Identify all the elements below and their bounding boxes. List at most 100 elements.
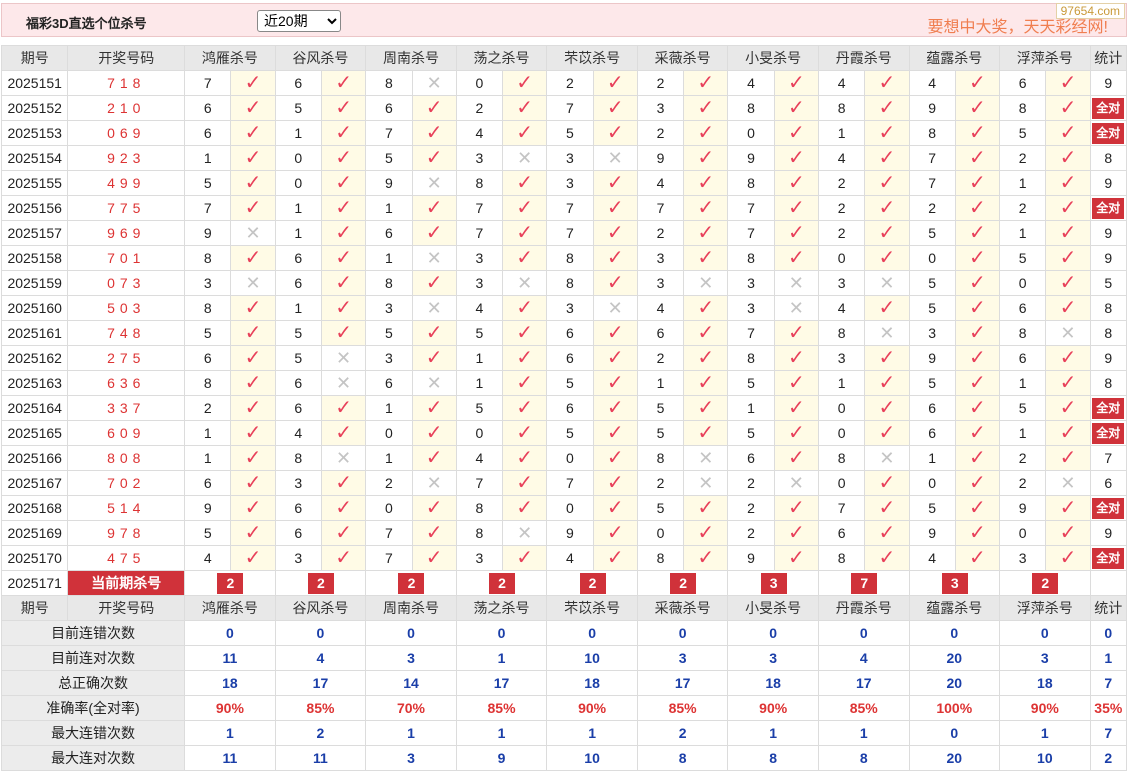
stats-label: 最大连错次数	[0, 720, 186, 746]
result-cell: ✓	[954, 245, 1001, 271]
kill-number-cell: 4	[546, 545, 594, 571]
table-row: 2025163 636 8 ✓ 6 ✕ 6 ✕ 1 ✓ 5 ✓ 1 ✓ 5 ✓ 1 ✓ 5 ✓ 1 ✓ 8	[0, 370, 1128, 396]
cross-icon: ✕	[1060, 323, 1076, 343]
table-row: 2025157 969 9 ✕ 1 ✓ 6 ✓ 7 ✓ 7 ✓ 2 ✓ 7 ✓ 2 ✓ 5 ✓ 1 ✓ 9	[0, 220, 1128, 246]
kill-number-cell: 4	[455, 295, 504, 321]
cross-icon: ✕	[607, 148, 623, 168]
result-cell: ✓	[773, 220, 819, 246]
kill-number-cell: 8	[817, 95, 866, 121]
result-cell: ✓	[683, 545, 729, 571]
check-icon: ✓	[697, 297, 715, 319]
check-icon: ✓	[606, 472, 624, 494]
kill-number-cell: 7	[455, 220, 504, 246]
check-icon: ✓	[606, 447, 624, 469]
stats-value: 18	[999, 670, 1091, 696]
kill-number-cell: 2	[817, 195, 866, 221]
result-cell: ✓	[592, 445, 638, 471]
stats-value: 0	[1089, 620, 1128, 646]
result-cell: ✕	[411, 245, 457, 271]
kill-number-cell: 6	[274, 495, 322, 521]
result-cell: ✓	[773, 70, 819, 96]
cross-icon: ✕	[788, 273, 804, 293]
stat-cell: 9	[1089, 220, 1128, 246]
table-row: 2025151 718 7 ✓ 6 ✓ 8 ✕ 0 ✓ 2 ✓ 2 ✓ 4 ✓ 4 ✓ 4 ✓ 6 ✓ 9	[0, 70, 1128, 96]
check-icon: ✓	[244, 397, 262, 419]
check-icon: ✓	[516, 472, 534, 494]
check-icon: ✓	[787, 97, 805, 119]
kill-number-cell: 4	[817, 295, 866, 321]
result-cell: ✓	[592, 520, 638, 546]
kill-number-cell: 8	[184, 245, 232, 271]
result-cell: ✓	[683, 245, 729, 271]
period-cell: 2025156	[0, 195, 69, 221]
draw-number-cell: 701	[67, 245, 186, 271]
kill-number-cell: 1	[999, 170, 1047, 196]
result-cell: ✓	[230, 495, 276, 521]
kill-number-cell: 8	[365, 70, 413, 96]
all-correct-badge: 全对	[1092, 97, 1125, 119]
kill-number-cell: 2	[908, 195, 956, 221]
table-row: 2025167 702 6 ✓ 3 ✓ 2 ✕ 7 ✓ 7 ✓ 2 ✕ 2 ✕ 0 ✓ 0 ✓ 2 ✕ 6	[0, 470, 1128, 496]
result-cell: ✓	[411, 495, 457, 521]
kill-number-cell: 5	[184, 170, 232, 196]
kill-number-cell: 7	[184, 70, 232, 96]
check-icon: ✓	[1059, 547, 1077, 569]
kill-number-cell: 5	[908, 295, 956, 321]
stats-value: 90%	[999, 695, 1091, 721]
cross-icon: ✕	[426, 373, 442, 393]
stats-value: 85%	[636, 695, 729, 721]
result-cell: ✓	[502, 70, 548, 96]
stats-row: 最大连错次数 1 2 1 1 1 2 1 1 0 1 7	[0, 720, 1128, 746]
column-header: 开奖号码	[67, 595, 186, 621]
kill-number-cell: 6	[727, 445, 775, 471]
check-icon: ✓	[516, 447, 534, 469]
result-cell: ✕	[1045, 470, 1091, 496]
kill-number-cell: 6	[365, 220, 413, 246]
column-header: 期号	[0, 595, 69, 621]
check-icon: ✓	[516, 372, 534, 394]
kill-number-cell: 5	[455, 320, 504, 346]
check-icon: ✓	[425, 222, 443, 244]
stats-value: 10	[546, 645, 638, 671]
result-cell: ✓	[864, 220, 910, 246]
kill-number-cell: 9	[365, 170, 413, 196]
result-cell: ✓	[230, 320, 276, 346]
kill-number-cell: 8	[727, 170, 775, 196]
column-header: 谷风杀号	[274, 45, 367, 71]
check-icon: ✓	[969, 197, 986, 219]
result-cell: ✓	[592, 345, 638, 371]
table-row: 2025153 069 6 ✓ 1 ✓ 7 ✓ 4 ✓ 5 ✓ 2 ✓ 0 ✓ 1 ✓ 8 ✓ 5 ✓ 全对	[0, 120, 1128, 146]
kill-number-cell: 1	[274, 195, 322, 221]
kill-number-cell: 5	[184, 520, 232, 546]
result-cell: ✕	[683, 445, 729, 471]
result-cell: ✓	[773, 245, 819, 271]
stats-value: 4	[817, 645, 910, 671]
kill-number-cell: 2	[727, 470, 775, 496]
result-cell: ✓	[954, 270, 1001, 296]
stat-cell: 9	[1089, 70, 1128, 96]
kill-number-cell: 7	[727, 220, 775, 246]
kill-number-cell: 4	[636, 295, 685, 321]
draw-number-cell: 073	[67, 270, 186, 296]
kill-number-cell: 3	[636, 270, 685, 296]
check-icon: ✓	[606, 72, 624, 94]
kill-number-cell: 1	[908, 445, 956, 471]
kill-number-cell: 1	[365, 395, 413, 421]
cross-icon: ✕	[788, 473, 804, 493]
period-cell: 2025152	[0, 95, 69, 121]
stats-label: 准确率(全对率)	[0, 695, 186, 721]
check-icon: ✓	[878, 397, 896, 419]
period-select[interactable]: 近20期	[257, 10, 341, 32]
result-cell: ✓	[592, 170, 638, 196]
result-cell: ✓	[320, 295, 367, 321]
check-icon: ✓	[969, 122, 986, 144]
stats-value: 0	[908, 620, 1001, 646]
kill-number-cell: 3	[636, 245, 685, 271]
result-cell: ✓	[1045, 495, 1091, 521]
kill-number-cell: 0	[908, 470, 956, 496]
result-cell: ✓	[230, 295, 276, 321]
kill-number-cell: 4	[817, 145, 866, 171]
check-icon: ✓	[244, 72, 262, 94]
kill-number-cell: 0	[636, 520, 685, 546]
check-icon: ✓	[787, 197, 805, 219]
